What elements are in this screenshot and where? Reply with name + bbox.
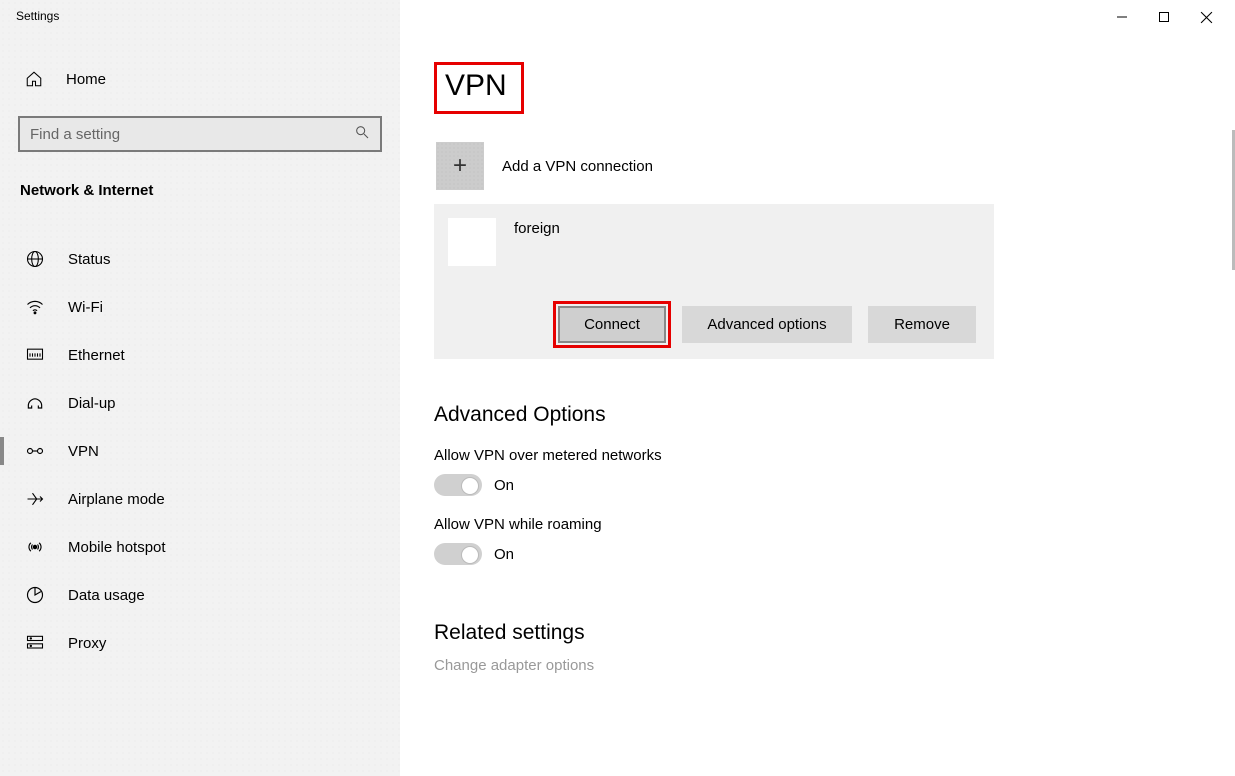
page-title-highlight: VPN <box>434 62 524 114</box>
option-metered: Allow VPN over metered networks On <box>434 447 1235 496</box>
vpn-connection-icon <box>448 218 496 266</box>
advanced-options-button[interactable]: Advanced options <box>682 306 852 343</box>
home-label: Home <box>66 71 106 88</box>
search-icon <box>354 124 370 145</box>
sidebar-item-label: Data usage <box>68 587 145 604</box>
change-adapter-link[interactable]: Change adapter options <box>434 657 1235 674</box>
sidebar-item-vpn[interactable]: VPN <box>18 427 382 475</box>
wifi-icon <box>24 297 46 317</box>
sidebar-item-datausage[interactable]: Data usage <box>18 571 382 619</box>
home-icon <box>24 70 44 88</box>
toggle-metered-state: On <box>494 477 514 494</box>
remove-button[interactable]: Remove <box>868 306 976 343</box>
sidebar: Home Network & Internet Status Wi-Fi <box>0 0 400 776</box>
sidebar-item-label: Dial-up <box>68 395 116 412</box>
dialup-icon <box>24 393 46 413</box>
sidebar-item-label: Mobile hotspot <box>68 539 166 556</box>
close-icon <box>1200 11 1213 24</box>
toggle-roaming-state: On <box>494 546 514 563</box>
minimize-button[interactable] <box>1113 8 1131 26</box>
globe-icon <box>24 249 46 269</box>
window-title: Settings <box>0 9 59 23</box>
option-metered-label: Allow VPN over metered networks <box>434 447 1235 464</box>
window-controls <box>1113 8 1235 26</box>
home-nav[interactable]: Home <box>18 60 382 98</box>
main-content: VPN + Add a VPN connection foreign Conne… <box>400 0 1235 776</box>
vpn-connection-name: foreign <box>514 220 560 237</box>
related-settings-heading: Related settings <box>434 621 1235 645</box>
vpn-connection-card[interactable]: foreign Connect Advanced options Remove <box>434 204 994 359</box>
titlebar: Settings <box>0 0 1235 32</box>
ethernet-icon <box>24 345 46 365</box>
search-input[interactable] <box>30 126 354 143</box>
add-vpn-row[interactable]: + Add a VPN connection <box>436 142 1235 190</box>
sidebar-item-status[interactable]: Status <box>18 235 382 283</box>
sidebar-item-proxy[interactable]: Proxy <box>18 619 382 667</box>
sidebar-item-label: Ethernet <box>68 347 125 364</box>
sidebar-item-wifi[interactable]: Wi-Fi <box>18 283 382 331</box>
settings-window: Settings Home Network & In <box>0 0 1235 776</box>
proxy-icon <box>24 633 46 653</box>
add-vpn-label: Add a VPN connection <box>502 158 653 175</box>
plus-icon: + <box>436 142 484 190</box>
sidebar-item-dialup[interactable]: Dial-up <box>18 379 382 427</box>
sidebar-item-label: Status <box>68 251 111 268</box>
page-title: VPN <box>445 69 507 103</box>
search-box[interactable] <box>18 116 382 152</box>
sidebar-nav: Status Wi-Fi Ethernet Dial-up <box>18 235 382 667</box>
sidebar-item-label: Proxy <box>68 635 106 652</box>
hotspot-icon <box>24 537 46 557</box>
sidebar-section-label: Network & Internet <box>18 182 382 199</box>
datausage-icon <box>24 585 46 605</box>
close-button[interactable] <box>1197 8 1215 26</box>
connect-button[interactable]: Connect <box>558 306 666 343</box>
vpn-icon <box>24 441 46 461</box>
advanced-options-heading: Advanced Options <box>434 403 1235 427</box>
sidebar-item-hotspot[interactable]: Mobile hotspot <box>18 523 382 571</box>
maximize-button[interactable] <box>1155 8 1173 26</box>
maximize-icon <box>1158 11 1170 23</box>
toggle-roaming[interactable] <box>434 543 482 565</box>
toggle-metered[interactable] <box>434 474 482 496</box>
option-roaming-label: Allow VPN while roaming <box>434 516 1235 533</box>
sidebar-item-ethernet[interactable]: Ethernet <box>18 331 382 379</box>
sidebar-item-label: Airplane mode <box>68 491 165 508</box>
sidebar-item-label: Wi-Fi <box>68 299 103 316</box>
minimize-icon <box>1116 11 1128 23</box>
sidebar-item-airplane[interactable]: Airplane mode <box>18 475 382 523</box>
sidebar-item-label: VPN <box>68 443 99 460</box>
vpn-connection-header: foreign <box>448 218 980 266</box>
vpn-actions: Connect Advanced options Remove <box>448 306 980 343</box>
airplane-icon <box>24 489 46 509</box>
option-roaming: Allow VPN while roaming On <box>434 516 1235 565</box>
